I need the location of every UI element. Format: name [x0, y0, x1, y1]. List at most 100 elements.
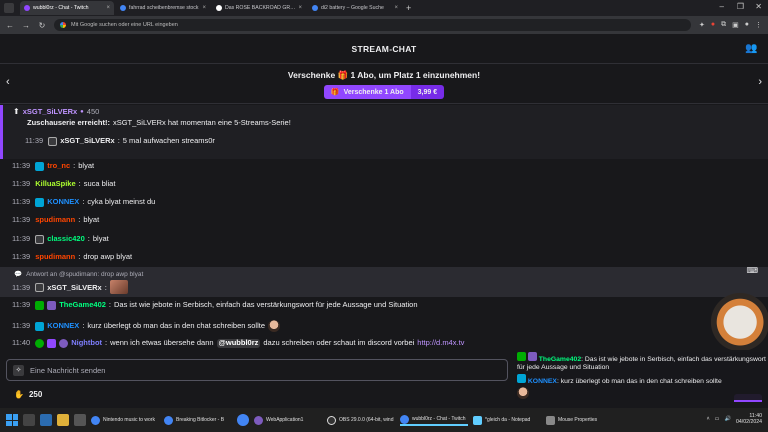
username[interactable]: TheGame402	[59, 301, 106, 310]
extension-icon[interactable]: ✦	[699, 21, 705, 29]
badge-icon	[35, 282, 45, 292]
menu-icon[interactable]: ⋮	[755, 21, 762, 29]
bot-badge-icon	[47, 339, 57, 348]
forward-icon[interactable]: →	[22, 21, 30, 30]
tab-title: di2 battery – Google Suche	[321, 5, 384, 11]
monitor-icon[interactable]	[40, 414, 52, 426]
profile-icon[interactable]: ●	[745, 21, 749, 29]
task-view-icon[interactable]	[23, 414, 35, 426]
cat-webcam-image	[706, 288, 768, 350]
chat-line: 11:40 Nightbot: wenn ich etwas übersehe …	[12, 338, 465, 348]
browser-icon[interactable]	[237, 414, 249, 426]
overlay-text: kurz überlegt ob man das in den chat sch…	[560, 377, 722, 385]
google-icon	[60, 22, 66, 28]
username[interactable]: xSGT_SiLVERx	[47, 283, 101, 292]
username[interactable]: classic420	[47, 235, 85, 244]
streak-headline: Zuschauserie erreicht!:	[27, 118, 110, 127]
clock[interactable]: 11:40 04/02/2024	[736, 413, 762, 425]
overlay-message: KONNEX: kurz überlegt ob man das in den …	[517, 373, 766, 386]
tab-title: Das ROSE BACKROAD GRX RX6	[225, 5, 295, 11]
channel-points[interactable]: ✋ 250	[14, 390, 42, 399]
tab-twitch-chat[interactable]: wubbl0rz - Chat - Twitch ×	[20, 1, 114, 15]
gift-label: 🎁 Verschenke 1 Abo	[323, 85, 411, 99]
username[interactable]: Nightbot	[71, 339, 102, 348]
task-label: OBS 29.0.0 (64-bit, wind	[339, 417, 394, 423]
network-icon[interactable]: ▭	[715, 416, 720, 422]
username[interactable]: spudimann	[35, 215, 75, 224]
browser-toolbar: ← → ↻ Mit Google suchen oder eine URL ei…	[0, 16, 768, 34]
streak-user[interactable]: xSGT_SiLVERx	[23, 108, 77, 117]
address-bar[interactable]: Mit Google suchen oder eine URL eingeben	[54, 19, 692, 31]
chevron-up-icon[interactable]: ˄	[707, 416, 710, 422]
gift-sub-button[interactable]: 🎁 Verschenke 1 Abo 3,99 €	[323, 85, 445, 99]
tab-di2-battery[interactable]: di2 battery – Google Suche ×	[308, 1, 402, 15]
task-bitlocker[interactable]: Breaking Bitlocker - B	[164, 415, 232, 425]
gift-icon[interactable]: ✧	[13, 364, 24, 376]
mouse-icon	[546, 415, 555, 425]
obs-icon	[327, 415, 336, 425]
reload-icon[interactable]: ↻	[38, 21, 46, 30]
chat-input[interactable]: ✧ Eine Nachricht senden	[6, 359, 508, 381]
new-tab-icon[interactable]: +	[406, 3, 411, 13]
sub-badge-icon	[527, 352, 537, 361]
task-nintendo[interactable]: Nintendo music to work	[91, 415, 159, 425]
verified-badge-icon	[35, 339, 45, 348]
minimize-icon[interactable]: –	[720, 2, 724, 11]
chat-settings-icon[interactable]: ⌨	[746, 266, 758, 275]
crown-badge-icon	[35, 321, 45, 331]
task-notepad[interactable]: *gleich da - Notepad	[473, 415, 541, 425]
chat-line: 11:39 TheGame402: Das ist wie jebote in …	[12, 300, 418, 310]
twitch-icon	[24, 5, 30, 11]
username[interactable]: KONNEX	[47, 198, 79, 207]
tab-fahrrad[interactable]: fahrrad scheibenbremse stock ×	[116, 1, 210, 15]
username[interactable]: spudimann	[35, 252, 75, 261]
badge-icon	[59, 339, 69, 348]
task-obs[interactable]: OBS 29.0.0 (64-bit, wind	[327, 415, 395, 425]
username[interactable]: xSGT_SiLVERx	[60, 137, 114, 146]
task-mouse-properties[interactable]: Mouse Properties	[546, 415, 614, 425]
points-icon: ●	[80, 109, 84, 116]
close-icon[interactable]: ×	[298, 5, 302, 11]
discord-link[interactable]: http://d.m4x.tv	[417, 339, 464, 348]
folder-icon[interactable]	[57, 414, 69, 426]
chat-title: STREAM-CHAT	[351, 43, 417, 54]
gift-sub-banner: ‹ Verschenke 🎁 1 Abo, um Platz 1 einzune…	[0, 64, 768, 104]
puzzle-icon[interactable]: ⧉	[721, 21, 726, 29]
task-twitch-chat[interactable]: wubbl0rz - Chat - Twitch	[400, 414, 468, 426]
chevron-right-icon[interactable]: ›	[758, 76, 762, 88]
close-icon[interactable]: ×	[106, 5, 110, 11]
mention[interactable]: @wubbl0rz	[216, 339, 261, 348]
timestamp: 11:39	[12, 161, 31, 171]
windows-start-icon[interactable]	[6, 414, 18, 426]
username[interactable]: KONNEX	[47, 321, 79, 330]
username[interactable]: tro_nc	[47, 162, 70, 171]
gift-icon: 🎁	[330, 89, 340, 96]
message-text: blyat	[78, 161, 95, 171]
message-text: blyat	[92, 234, 109, 244]
tab-search-icon[interactable]	[4, 3, 14, 13]
reply-context: 💬 Antwort an @spudimann: drop awp blyat	[14, 270, 143, 279]
community-icon[interactable]: 👥	[745, 43, 758, 54]
reply-message[interactable]: 💬 Antwort an @spudimann: drop awp blyat …	[0, 267, 768, 297]
username[interactable]: KilluaSpike	[35, 179, 75, 188]
maximize-icon[interactable]: ❐	[737, 2, 744, 11]
tab-rose-backroad[interactable]: Das ROSE BACKROAD GRX RX6 ×	[212, 1, 306, 15]
timestamp: 11:39	[12, 282, 31, 292]
address-placeholder: Mit Google suchen oder eine URL eingeben	[71, 22, 178, 28]
badge-icon	[48, 137, 58, 146]
timestamp: 11:40	[12, 338, 31, 348]
volume-icon[interactable]: 🔊	[725, 416, 731, 422]
close-icon[interactable]: ×	[202, 5, 206, 11]
recording-extension-icon[interactable]: ●	[711, 21, 715, 29]
chrome-icon	[400, 414, 409, 424]
chat-line: 11:39 KONNEX: cyka blyat meinst du	[12, 197, 156, 207]
chevron-left-icon[interactable]: ‹	[6, 76, 10, 88]
pen-badge-icon	[35, 301, 45, 310]
window-close-icon[interactable]: ✕	[755, 2, 762, 11]
back-icon[interactable]: ←	[6, 21, 14, 30]
close-icon[interactable]: ×	[394, 5, 398, 11]
app-icon[interactable]	[74, 414, 86, 426]
task-webapp[interactable]: WebApplication1	[254, 415, 322, 425]
sidepanel-icon[interactable]: ▣	[732, 21, 739, 29]
notepad-icon	[473, 415, 482, 425]
